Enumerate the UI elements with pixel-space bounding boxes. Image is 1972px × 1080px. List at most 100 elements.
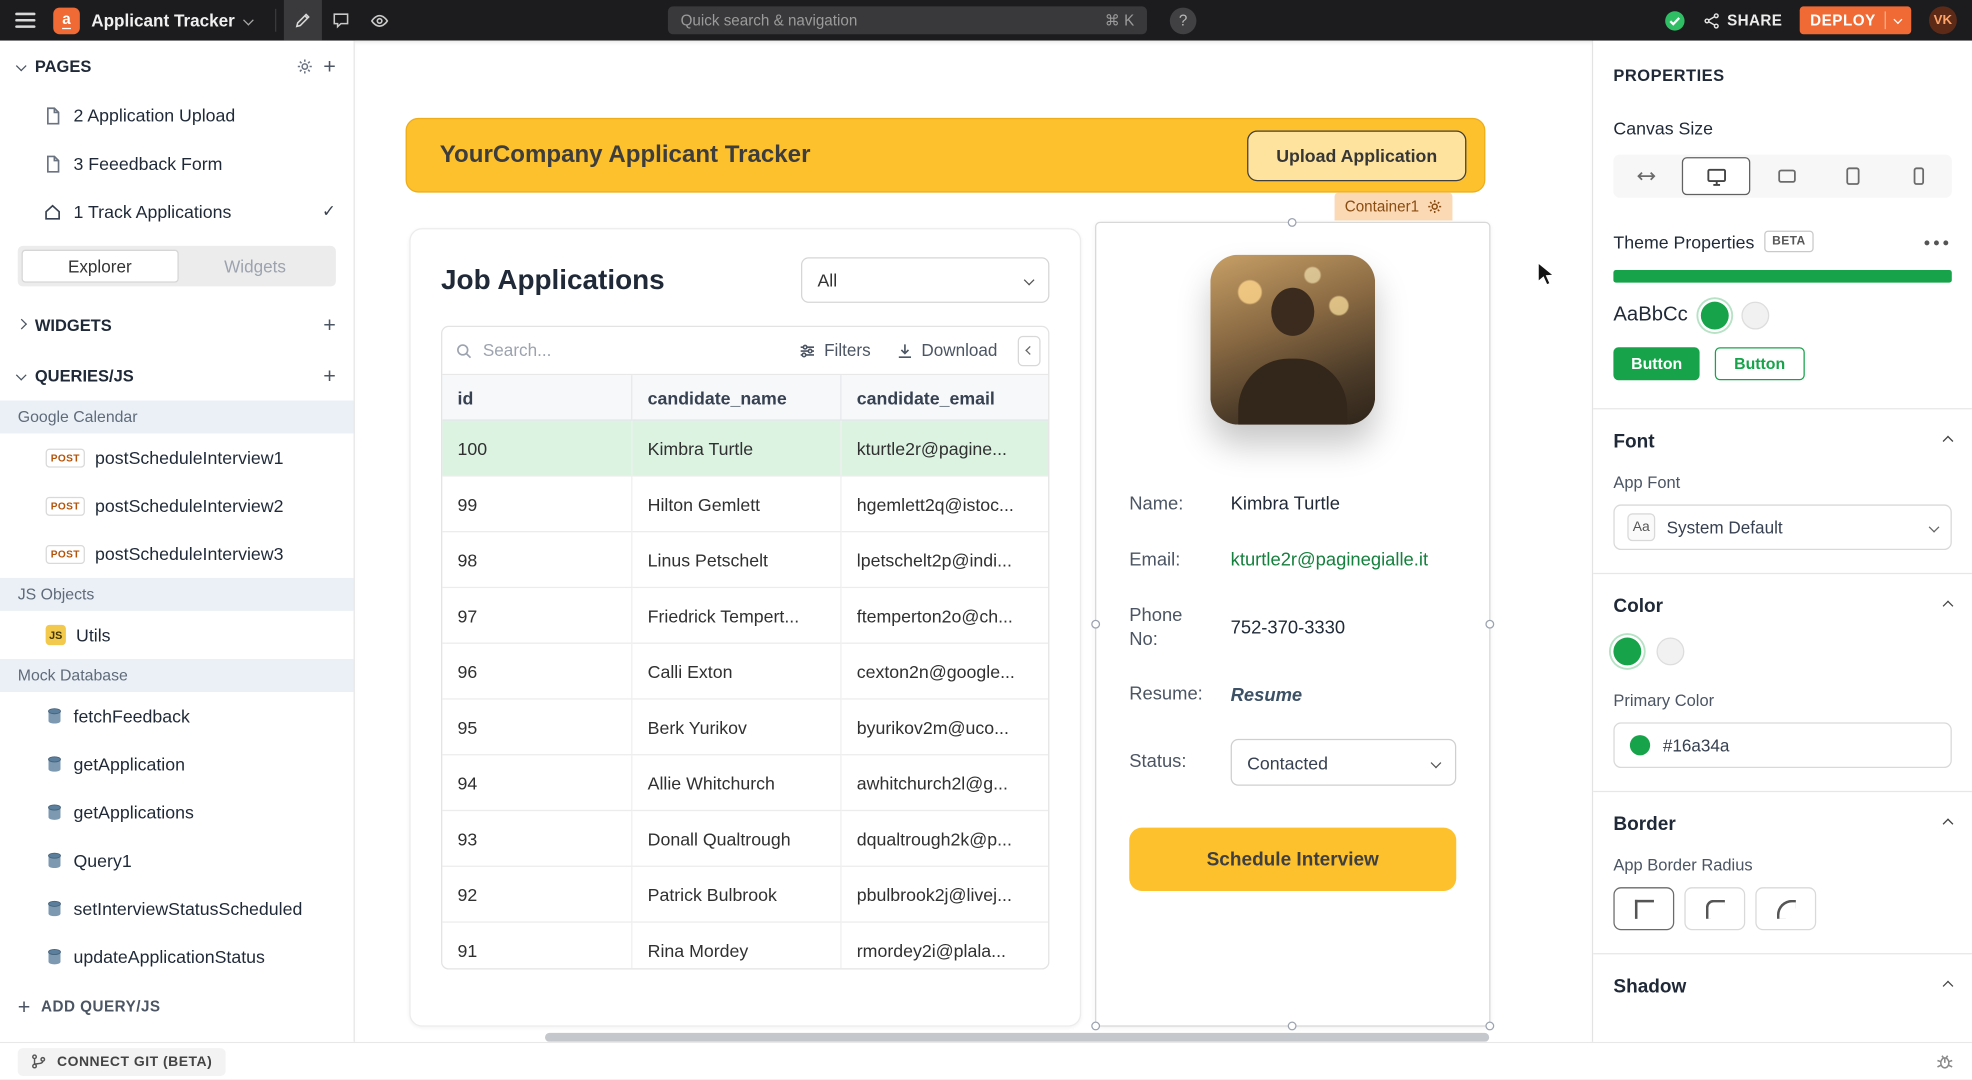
bug-report-icon[interactable] — [1935, 1052, 1954, 1071]
canvas-size-tablet[interactable] — [1819, 155, 1885, 198]
border-radius-none[interactable] — [1613, 887, 1674, 930]
query-item[interactable]: setInterviewStatusScheduled — [0, 885, 354, 933]
table-search-input[interactable]: Search... — [455, 341, 773, 360]
user-avatar[interactable]: VK — [1929, 6, 1957, 34]
divider — [275, 9, 276, 32]
queries-section-header[interactable]: QUERIES/JS + — [0, 350, 354, 401]
more-options-icon[interactable]: ●●● — [1924, 235, 1952, 248]
selected-widget-tag[interactable]: Container1 — [1335, 193, 1453, 221]
table-row[interactable]: 95Berk Yurikovbyurikov2m@uco... — [442, 700, 1048, 756]
chevron-down-icon[interactable] — [243, 15, 254, 26]
hamburger-menu-icon[interactable] — [15, 13, 35, 28]
pages-header[interactable]: PAGES + — [0, 41, 354, 92]
border-radius-large[interactable] — [1755, 887, 1816, 930]
comments-mode-button[interactable] — [322, 0, 360, 41]
resume-link[interactable]: Resume — [1231, 685, 1303, 705]
applications-table: Search... Filters Download idcandidate_n… — [441, 326, 1049, 970]
share-button[interactable]: SHARE — [1703, 11, 1782, 29]
app-header-banner[interactable]: YourCompany Applicant Tracker Upload App… — [406, 118, 1486, 193]
resize-handle[interactable] — [1288, 1022, 1297, 1031]
filters-button[interactable]: Filters — [799, 341, 871, 360]
container1-widget[interactable]: Name:Kimbra TurtleEmail:kturtle2r@pagine… — [1095, 222, 1490, 1027]
query-item[interactable]: fetchFeedback — [0, 692, 354, 740]
query-item[interactable]: getApplication — [0, 740, 354, 788]
query-item[interactable]: POSTpostScheduleInterview1 — [0, 433, 354, 481]
background-color-swatch[interactable] — [1656, 638, 1684, 666]
app-title[interactable]: Applicant Tracker — [91, 11, 235, 30]
table-row[interactable]: 94Allie Whitchurchawhitchurch2l@g... — [442, 755, 1048, 811]
table-row[interactable]: 93Donall Qualtroughdqualtrough2k@p... — [442, 811, 1048, 867]
query-item[interactable]: getApplications — [0, 788, 354, 836]
shadow-section-header[interactable]: Shadow — [1613, 954, 1951, 1017]
theme-primary-button-preview[interactable]: Button — [1613, 347, 1700, 380]
horizontal-scrollbar[interactable] — [545, 1033, 1489, 1042]
column-header[interactable]: candidate_email — [842, 375, 1049, 421]
column-header[interactable]: id — [442, 375, 632, 421]
tab-explorer[interactable]: Explorer — [22, 250, 179, 283]
table-row[interactable]: 97Friedrick Tempert...ftemperton2o@ch... — [442, 588, 1048, 644]
share-label: SHARE — [1727, 11, 1782, 29]
email-link[interactable]: kturtle2r@paginegialle.it — [1231, 550, 1428, 570]
query-item[interactable]: Query1 — [0, 836, 354, 884]
table-row[interactable]: 100Kimbra Turtlekturtle2r@pagine... — [442, 421, 1048, 477]
resize-handle[interactable] — [1091, 619, 1100, 628]
color-section-label: Color — [1613, 595, 1663, 617]
sidebar-page-item[interactable]: 3 Feeedback Form — [0, 139, 354, 187]
job-applications-card[interactable]: Job Applications All Search... — [409, 228, 1081, 1026]
download-button[interactable]: Download — [896, 341, 997, 360]
theme-primary-swatch[interactable] — [1700, 302, 1728, 330]
primary-color-swatch[interactable] — [1613, 638, 1641, 666]
canvas-size-fluid[interactable] — [1613, 155, 1679, 198]
sidebar-page-item[interactable]: 2 Application Upload — [0, 91, 354, 139]
color-section-header[interactable]: Color — [1613, 574, 1951, 637]
status-select[interactable]: Contacted — [1231, 739, 1457, 786]
add-widget-button[interactable]: + — [323, 314, 336, 336]
table-row[interactable]: 91Rina Mordeyrmordey2i@plala... — [442, 923, 1048, 970]
edit-mode-button[interactable] — [284, 0, 322, 41]
table-cell: 95 — [442, 700, 632, 756]
canvas-size-tablet-landscape[interactable] — [1753, 155, 1819, 198]
upload-application-button[interactable]: Upload Application — [1247, 130, 1466, 181]
table-row[interactable]: 92Patrick Bulbrookpbulbrook2j@livej... — [442, 867, 1048, 923]
status-filter-select[interactable]: All — [801, 257, 1049, 303]
query-item[interactable]: updateApplicationStatus — [0, 933, 354, 981]
add-query-button[interactable]: + — [323, 364, 336, 386]
deploy-button[interactable]: DEPLOY — [1800, 6, 1911, 34]
font-section-header[interactable]: Font — [1613, 409, 1951, 472]
table-cell: Linus Petschelt — [632, 532, 841, 588]
border-radius-medium[interactable] — [1684, 887, 1745, 930]
preview-mode-button[interactable] — [360, 0, 398, 41]
theme-color-bar — [1613, 270, 1951, 283]
primary-color-input[interactable]: #16a34a — [1613, 722, 1951, 768]
tab-widgets[interactable]: Widgets — [178, 250, 332, 283]
pages-settings-icon[interactable] — [297, 58, 313, 74]
app-font-select[interactable]: Aa System Default — [1613, 504, 1951, 550]
theme-secondary-swatch[interactable] — [1741, 302, 1769, 330]
query-item[interactable]: JSUtils — [0, 611, 354, 659]
gear-icon[interactable] — [1427, 199, 1442, 214]
resize-handle[interactable] — [1485, 619, 1494, 628]
schedule-interview-button[interactable]: Schedule Interview — [1129, 828, 1456, 891]
help-button[interactable]: ? — [1170, 7, 1197, 34]
query-item[interactable]: POSTpostScheduleInterview2 — [0, 482, 354, 530]
resize-handle[interactable] — [1288, 218, 1297, 227]
collapse-panel-button[interactable] — [1018, 335, 1041, 365]
column-header[interactable]: candidate_name — [632, 375, 841, 421]
add-query-js-button[interactable]: + ADD QUERY/JS — [0, 981, 354, 1032]
query-item[interactable]: POSTpostScheduleInterview3 — [0, 530, 354, 578]
theme-secondary-button-preview[interactable]: Button — [1715, 347, 1804, 380]
table-cell: Donall Qualtrough — [632, 811, 841, 867]
canvas-size-desktop[interactable] — [1682, 157, 1751, 195]
connect-git-button[interactable]: CONNECT GIT (BETA) — [18, 1048, 225, 1076]
resize-handle[interactable] — [1091, 1022, 1100, 1031]
widgets-section-header[interactable]: WIDGETS + — [0, 299, 354, 350]
table-row[interactable]: 98Linus Petscheltlpetschelt2p@indi... — [442, 532, 1048, 588]
border-section-header[interactable]: Border — [1613, 792, 1951, 855]
quick-search-input[interactable]: Quick search & navigation ⌘ K — [668, 6, 1147, 34]
resize-handle[interactable] — [1485, 1022, 1494, 1031]
table-row[interactable]: 96Calli Extoncexton2n@google... — [442, 644, 1048, 700]
add-page-button[interactable]: + — [323, 55, 336, 77]
sidebar-page-item[interactable]: 1 Track Applications✓ — [0, 188, 354, 236]
canvas-size-mobile[interactable] — [1886, 155, 1952, 198]
table-row[interactable]: 99Hilton Gemletthgemlett2q@istoc... — [442, 477, 1048, 533]
